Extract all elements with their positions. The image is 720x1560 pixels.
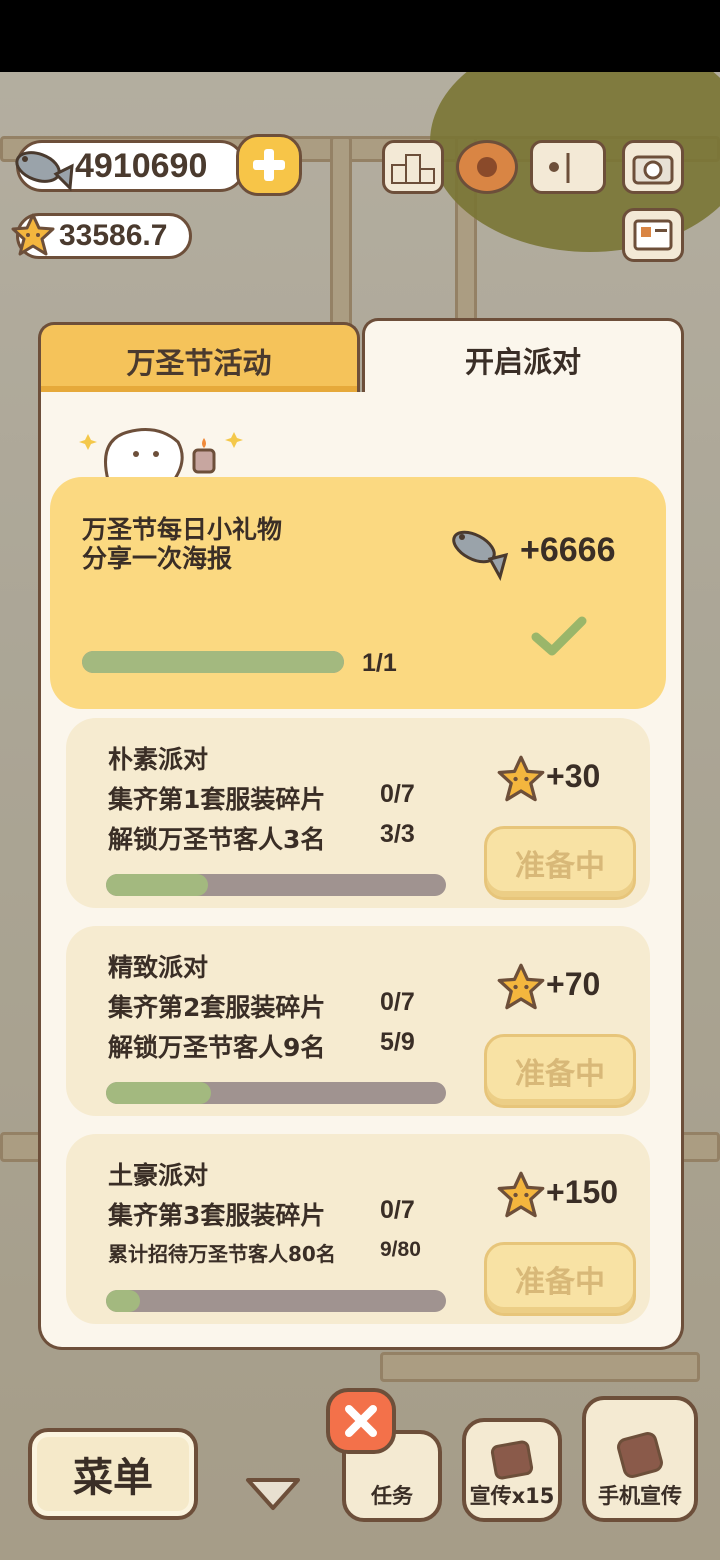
progress-fill bbox=[82, 651, 344, 673]
daily-gift-card: 万圣节每日小礼物 分享一次海报 +6666 1/1 bbox=[50, 477, 666, 709]
party-requirement: 集齐第3套服装碎片 bbox=[108, 1201, 326, 1230]
tab-open-party[interactable]: 开启派对 bbox=[362, 318, 684, 398]
progress-fill bbox=[106, 874, 208, 896]
menu-button[interactable]: 菜单 bbox=[28, 1428, 198, 1520]
daily-gift-title-line1: 万圣节每日小礼物 bbox=[82, 515, 283, 544]
party-reward: +70 bbox=[546, 966, 601, 1002]
party-name: 朴素派对 bbox=[108, 745, 209, 774]
daily-gift-progress-bar bbox=[82, 651, 344, 673]
chevron-down-icon[interactable] bbox=[244, 1474, 302, 1514]
phone-promote-label: 手机宣传 bbox=[598, 1484, 682, 1508]
profile-card-icon bbox=[633, 219, 673, 251]
party-card-exquisite: 精致派对 集齐第2套服装碎片 0/7 解锁万圣节客人9名 5/9 +70 准备中 bbox=[66, 926, 650, 1116]
album-icon bbox=[549, 153, 570, 183]
requirement-count: 9/80 bbox=[380, 1238, 421, 1261]
poster-icon bbox=[490, 1440, 534, 1480]
daily-gift-progress-text: 1/1 bbox=[362, 649, 397, 677]
tab-label: 开启派对 bbox=[464, 344, 581, 379]
party-requirement: 集齐第1套服装碎片 bbox=[108, 785, 326, 814]
plus-icon bbox=[253, 149, 285, 181]
requirement-count: 0/7 bbox=[380, 1196, 415, 1224]
party-progress-bar bbox=[106, 1290, 446, 1312]
preparing-button[interactable]: 准备中 bbox=[484, 1242, 636, 1316]
preparing-button[interactable]: 准备中 bbox=[484, 1034, 636, 1108]
profile-card-button[interactable] bbox=[622, 208, 684, 262]
progress-fill bbox=[106, 1290, 140, 1312]
tab-label: 万圣节活动 bbox=[126, 345, 272, 380]
fish-icon bbox=[15, 151, 74, 192]
tab-halloween-event[interactable]: 万圣节活动 bbox=[38, 322, 360, 396]
star-icon bbox=[497, 1171, 545, 1218]
star-icon bbox=[497, 963, 545, 1010]
promote-label: 宣传x15 bbox=[469, 1484, 555, 1508]
party-card-simple: 朴素派对 集齐第1套服装碎片 0/7 解锁万圣节客人3名 3/3 +30 准备中 bbox=[66, 718, 650, 908]
tasks-label: 任务 bbox=[371, 1484, 413, 1508]
gear-icon bbox=[477, 157, 497, 177]
ranking-button[interactable] bbox=[382, 140, 444, 194]
requirement-count: 3/3 bbox=[380, 820, 415, 848]
party-card-luxury: 土豪派对 集齐第3套服装碎片 0/7 累计招待万圣节客人80名 9/80 +15… bbox=[66, 1134, 650, 1324]
camera-button[interactable] bbox=[622, 140, 684, 194]
party-reward: +30 bbox=[546, 758, 601, 794]
cat-ghost-icon bbox=[79, 428, 243, 482]
album-button[interactable] bbox=[530, 140, 606, 194]
camera-icon bbox=[632, 155, 674, 185]
party-name: 精致派对 bbox=[108, 953, 209, 982]
requirement-count: 0/7 bbox=[380, 780, 415, 808]
party-requirement: 解锁万圣节客人3名 bbox=[108, 825, 326, 854]
requirement-count: 5/9 bbox=[380, 1028, 415, 1056]
add-fish-button[interactable] bbox=[236, 134, 302, 196]
ranking-icon bbox=[391, 154, 435, 184]
requirement-count: 0/7 bbox=[380, 988, 415, 1016]
close-button[interactable] bbox=[326, 1388, 396, 1454]
checkmark-icon bbox=[531, 616, 587, 656]
menu-label: 菜单 bbox=[73, 1455, 153, 1501]
party-progress-bar bbox=[106, 874, 446, 896]
party-progress-bar bbox=[106, 1082, 446, 1104]
party-requirement: 集齐第2套服装碎片 bbox=[108, 993, 326, 1022]
phone-icon bbox=[617, 1432, 663, 1478]
settings-button[interactable] bbox=[456, 140, 518, 194]
party-requirement: 解锁万圣节客人9名 bbox=[108, 1033, 326, 1062]
fish-count: 4910690 bbox=[75, 146, 208, 185]
promote-button[interactable]: 宣传x15 bbox=[462, 1418, 562, 1522]
daily-gift-title-line2: 分享一次海报 bbox=[82, 544, 233, 573]
star-count: 33586.7 bbox=[59, 219, 168, 252]
star-icon bbox=[11, 213, 55, 256]
party-name: 土豪派对 bbox=[108, 1161, 209, 1190]
progress-fill bbox=[106, 1082, 212, 1104]
fish-icon bbox=[452, 530, 509, 581]
daily-gift-reward: +6666 bbox=[520, 531, 616, 569]
preparing-button[interactable]: 准备中 bbox=[484, 826, 636, 900]
party-requirement: 累计招待万圣节客人80名 bbox=[108, 1242, 336, 1266]
party-reward: +150 bbox=[546, 1174, 619, 1210]
daily-gift-title: 万圣节每日小礼物 分享一次海报 bbox=[82, 515, 282, 573]
star-icon bbox=[497, 755, 545, 802]
phone-promote-button[interactable]: 手机宣传 bbox=[582, 1396, 698, 1522]
close-icon bbox=[345, 1405, 377, 1437]
